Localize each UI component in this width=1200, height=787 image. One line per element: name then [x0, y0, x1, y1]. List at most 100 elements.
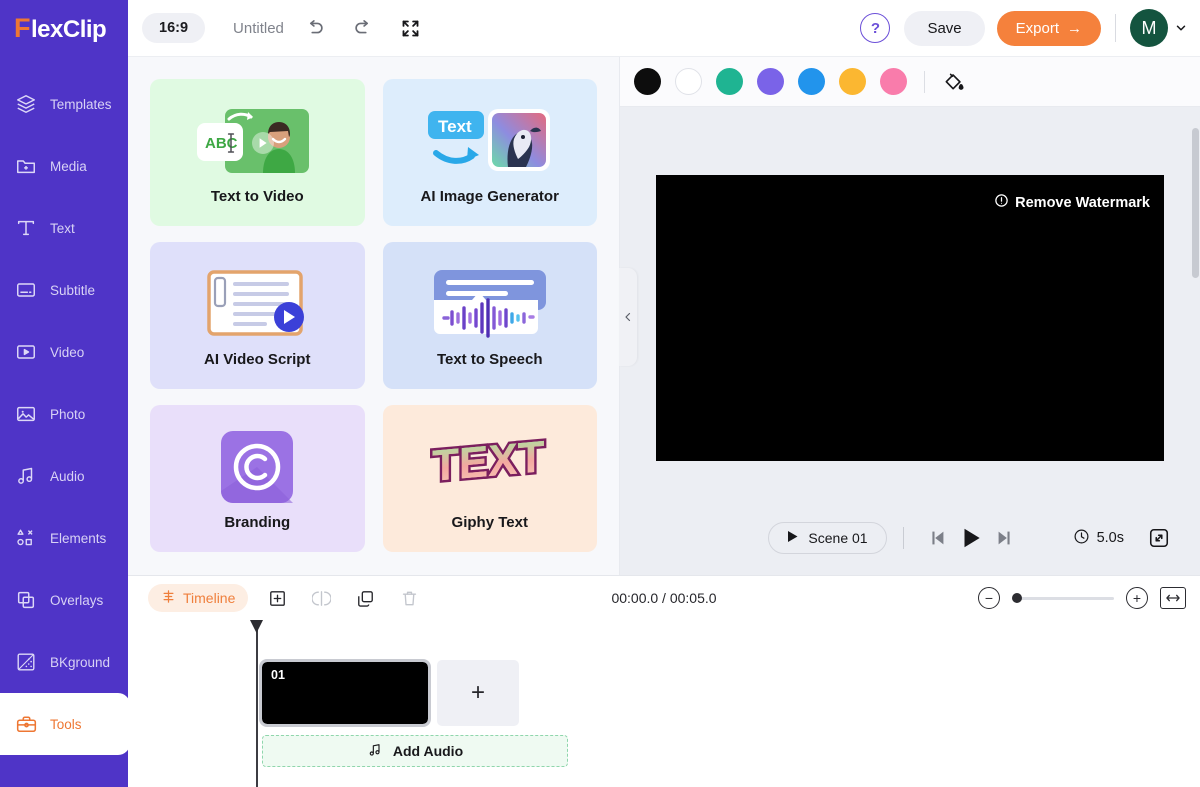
zoom-slider-knob[interactable]	[1012, 593, 1022, 603]
remove-watermark-button[interactable]: Remove Watermark	[994, 193, 1150, 212]
tool-card-label: Branding	[224, 514, 291, 531]
timeline-tab[interactable]: Timeline	[148, 584, 249, 612]
video-preview[interactable]: Remove Watermark	[656, 175, 1164, 461]
preview-stage: Remove Watermark Scene 01 5.0s	[620, 107, 1200, 575]
player-divider	[902, 527, 904, 549]
swatch-yellow[interactable]	[839, 68, 866, 95]
swatch-blue[interactable]	[798, 68, 825, 95]
trash-icon[interactable]	[394, 583, 424, 613]
paint-bucket-icon[interactable]	[942, 70, 965, 93]
zoom-in-button[interactable]: +	[1126, 587, 1148, 609]
tool-card-text-to-video[interactable]: ABC Text to Video	[150, 79, 365, 226]
zoom-out-button[interactable]: −	[978, 587, 1000, 609]
sidebar-item-elements[interactable]: Elements	[0, 507, 128, 569]
timeline-zoom-controls: − +	[978, 587, 1186, 609]
sidebar-item-label: BKground	[50, 654, 111, 670]
expand-icon[interactable]	[394, 11, 428, 45]
swatch-black[interactable]	[634, 68, 661, 95]
tool-card-label: AI Image Generator	[420, 188, 559, 205]
canvas-area: Remove Watermark Scene 01 5.0s	[620, 57, 1200, 575]
music-note-icon	[367, 742, 383, 761]
timeline-panel: Timeline 00:00.0 / 00:05.0 − + 01 + Add …	[128, 575, 1200, 787]
fit-width-icon[interactable]	[1160, 587, 1186, 609]
play-icon	[787, 530, 799, 546]
sidebar-item-templates[interactable]: Templates	[0, 73, 128, 135]
sidebar-item-label: Templates	[50, 96, 112, 112]
redo-icon[interactable]	[346, 11, 380, 45]
zoom-slider[interactable]	[1012, 593, 1114, 603]
help-button[interactable]: ?	[860, 13, 891, 43]
sidebar-item-tools[interactable]: Tools	[0, 693, 130, 755]
fullscreen-expand-icon[interactable]	[1142, 521, 1176, 555]
split-icon[interactable]	[306, 583, 336, 613]
tool-card-ai-image-generator[interactable]: Text AI Image Generator	[382, 79, 597, 226]
swatch-white[interactable]	[675, 68, 702, 95]
arrow-right-icon: →	[1067, 19, 1082, 37]
sidebar-item-label: Elements	[50, 530, 107, 546]
player-controls: Scene 01 5.0s	[620, 521, 1200, 555]
toolbar-divider	[1115, 14, 1116, 42]
swatch-pink[interactable]	[880, 68, 907, 95]
toolbox-icon	[13, 711, 39, 737]
canvas-scrollbar[interactable]	[1192, 58, 1199, 574]
avatar[interactable]: M	[1130, 9, 1168, 47]
player-right-group: 5.0s	[1073, 521, 1176, 555]
sidebar-item-video[interactable]: Video	[0, 321, 128, 383]
undo-icon[interactable]	[298, 11, 332, 45]
collapse-panel-button[interactable]	[619, 268, 637, 366]
tools-panel: ABC Text to Video Text AI Image Generato…	[128, 57, 620, 575]
scene-selector-button[interactable]: Scene 01	[768, 522, 887, 554]
tool-card-text-to-speech[interactable]: Text to Speech	[382, 242, 597, 389]
sidebar-item-label: Overlays	[50, 592, 104, 608]
overlays-icon	[13, 587, 39, 613]
brand-logo[interactable]: FlexClip	[0, 0, 128, 57]
layers-icon	[13, 91, 39, 117]
timeline-icon	[161, 589, 176, 607]
timeline-clip[interactable]: 01	[259, 659, 431, 727]
tool-card-ai-video-script[interactable]: AI Video Script	[150, 242, 365, 389]
sidebar-item-audio[interactable]: Audio	[0, 445, 128, 507]
swatch-teal[interactable]	[716, 68, 743, 95]
canvas-scrollbar-thumb[interactable]	[1192, 128, 1199, 278]
aspect-ratio-button[interactable]: 16:9	[142, 13, 206, 43]
export-button[interactable]: Export →	[996, 10, 1101, 46]
sidebar-item-photo[interactable]: Photo	[0, 383, 128, 445]
sidebar-item-text[interactable]: Text	[0, 197, 128, 259]
brand-logo-text: lexClip	[31, 16, 107, 43]
top-toolbar: 16:9 Untitled ? Save Export → M	[128, 0, 1200, 57]
skip-previous-icon[interactable]	[920, 521, 954, 555]
add-box-icon[interactable]	[262, 583, 292, 613]
sidebar-item-overlays[interactable]: Overlays	[0, 569, 128, 631]
timeline-tab-label: Timeline	[183, 590, 236, 606]
chevron-down-icon[interactable]	[1174, 21, 1188, 35]
save-button[interactable]: Save	[904, 10, 985, 46]
sidebar-item-label: Video	[50, 344, 85, 360]
playhead[interactable]	[250, 620, 263, 787]
tool-card-label: Text to Video	[210, 188, 304, 205]
sidebar-item-label: Subtitle	[50, 282, 96, 298]
project-title[interactable]: Untitled	[233, 20, 284, 37]
add-scene-button[interactable]: +	[437, 660, 519, 726]
clip-number: 01	[271, 668, 285, 682]
sidebar-item-media[interactable]: Media	[0, 135, 128, 197]
folder-plus-icon	[13, 153, 39, 179]
export-button-label: Export	[1015, 19, 1059, 37]
tool-card-branding[interactable]: Branding	[150, 405, 365, 552]
add-audio-button[interactable]: Add Audio	[262, 735, 568, 767]
duration-value: 5.0s	[1096, 530, 1124, 546]
play-button[interactable]	[954, 521, 988, 555]
sidebar-item-bkground[interactable]: BKground	[0, 631, 128, 693]
photo-icon	[13, 401, 39, 427]
sidebar-item-label: Tools	[50, 716, 82, 732]
sidebar-item-label: Text	[50, 220, 75, 236]
duplicate-icon[interactable]	[350, 583, 380, 613]
tool-card-label: AI Video Script	[204, 351, 311, 368]
skip-next-icon[interactable]	[988, 521, 1022, 555]
sidebar-item-subtitle[interactable]: Subtitle	[0, 259, 128, 321]
music-note-icon	[13, 463, 39, 489]
sidebar-item-label: Audio	[50, 468, 85, 484]
swatch-purple[interactable]	[757, 68, 784, 95]
tool-card-giphy-text[interactable]: TEXT TEXT Giphy Text	[382, 405, 597, 552]
editor-content: 16:9 Untitled ? Save Export → M ABC Text…	[128, 0, 1200, 787]
sidebar-nav: Templates Media Text Subtitle Video Phot…	[0, 57, 130, 755]
